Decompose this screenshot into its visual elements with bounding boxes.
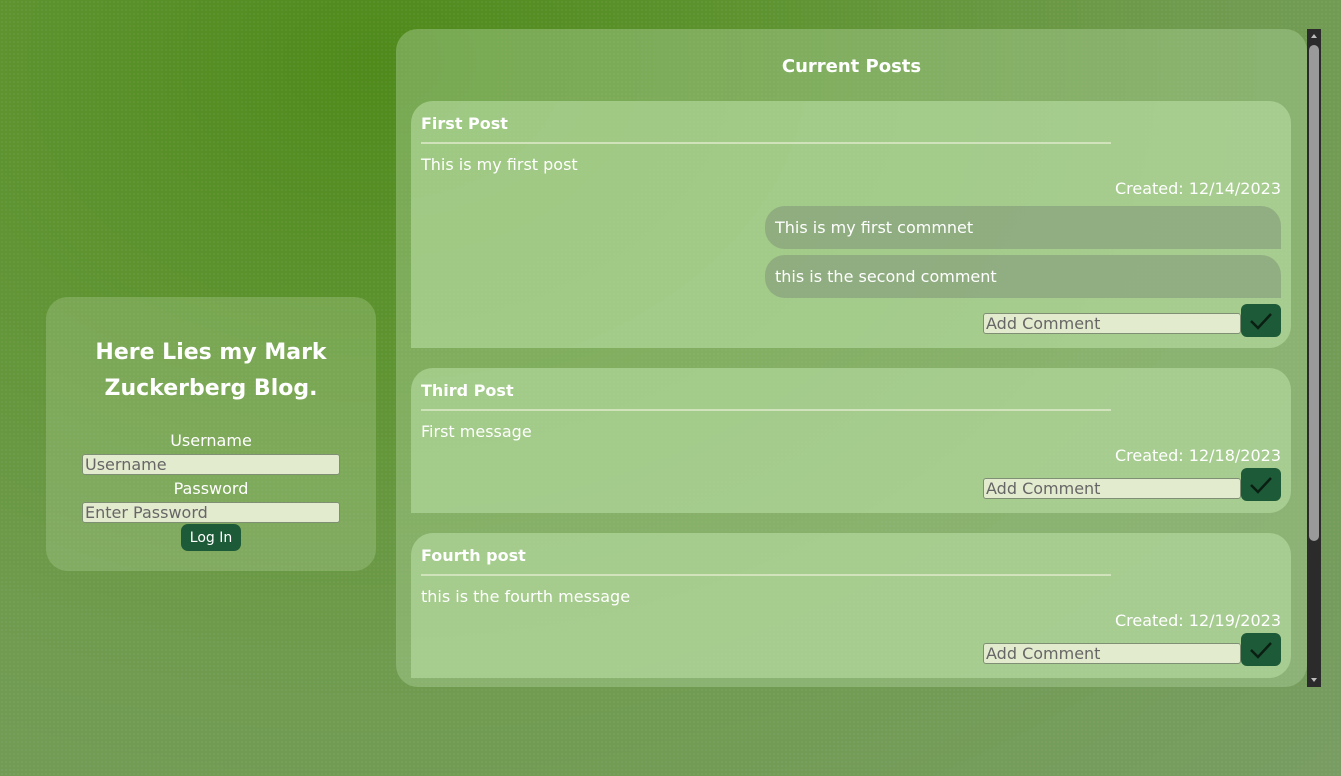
comment: this is the second comment: [765, 255, 1281, 298]
post-body: This is my first post: [421, 155, 578, 174]
comment: This is my first commnet: [765, 206, 1281, 249]
checkmark-icon: [1250, 476, 1272, 494]
scroll-down-arrow-icon[interactable]: [1307, 673, 1321, 687]
posts-scrollbar[interactable]: [1307, 29, 1321, 687]
post-divider: [421, 142, 1111, 144]
posts-heading: Current Posts: [781, 56, 922, 77]
submit-comment-button[interactable]: [1241, 468, 1281, 501]
post-card: Third Post First message Created: 12/18/…: [411, 368, 1291, 513]
submit-comment-button[interactable]: [1241, 633, 1281, 666]
login-card: Here Lies my Mark Zuckerberg Blog. Usern…: [46, 297, 376, 571]
post-title: First Post: [421, 114, 508, 133]
password-input[interactable]: [82, 502, 340, 523]
username-label: Username: [170, 431, 252, 450]
add-comment-input[interactable]: [983, 643, 1241, 664]
add-comment-input[interactable]: [983, 313, 1241, 334]
post-divider: [421, 409, 1111, 411]
post-title: Third Post: [421, 381, 514, 400]
password-label: Password: [173, 479, 249, 498]
post-card: First Post This is my first post Created…: [411, 101, 1291, 348]
checkmark-icon: [1250, 312, 1272, 330]
username-input[interactable]: [82, 454, 340, 475]
checkmark-icon: [1250, 641, 1272, 659]
blog-title: Here Lies my Mark Zuckerberg Blog.: [95, 340, 327, 401]
post-body: this is the fourth message: [421, 587, 631, 606]
scroll-up-arrow-icon[interactable]: [1307, 29, 1321, 43]
add-comment-input[interactable]: [983, 478, 1241, 499]
post-body: First message: [421, 422, 532, 441]
scrollbar-thumb[interactable]: [1309, 45, 1319, 541]
post-created-date: Created: 12/14/2023: [1114, 179, 1281, 198]
post-title: Fourth post: [421, 546, 526, 565]
post-created-date: Created: 12/18/2023: [1114, 446, 1281, 465]
submit-comment-button[interactable]: [1241, 304, 1281, 337]
posts-panel[interactable]: Current Posts First Post This is my firs…: [396, 29, 1307, 687]
post-created-date: Created: 12/19/2023: [1114, 611, 1281, 630]
login-button[interactable]: Log In: [181, 524, 241, 551]
post-divider: [421, 574, 1111, 576]
post-card: Fourth post this is the fourth message C…: [411, 533, 1291, 678]
